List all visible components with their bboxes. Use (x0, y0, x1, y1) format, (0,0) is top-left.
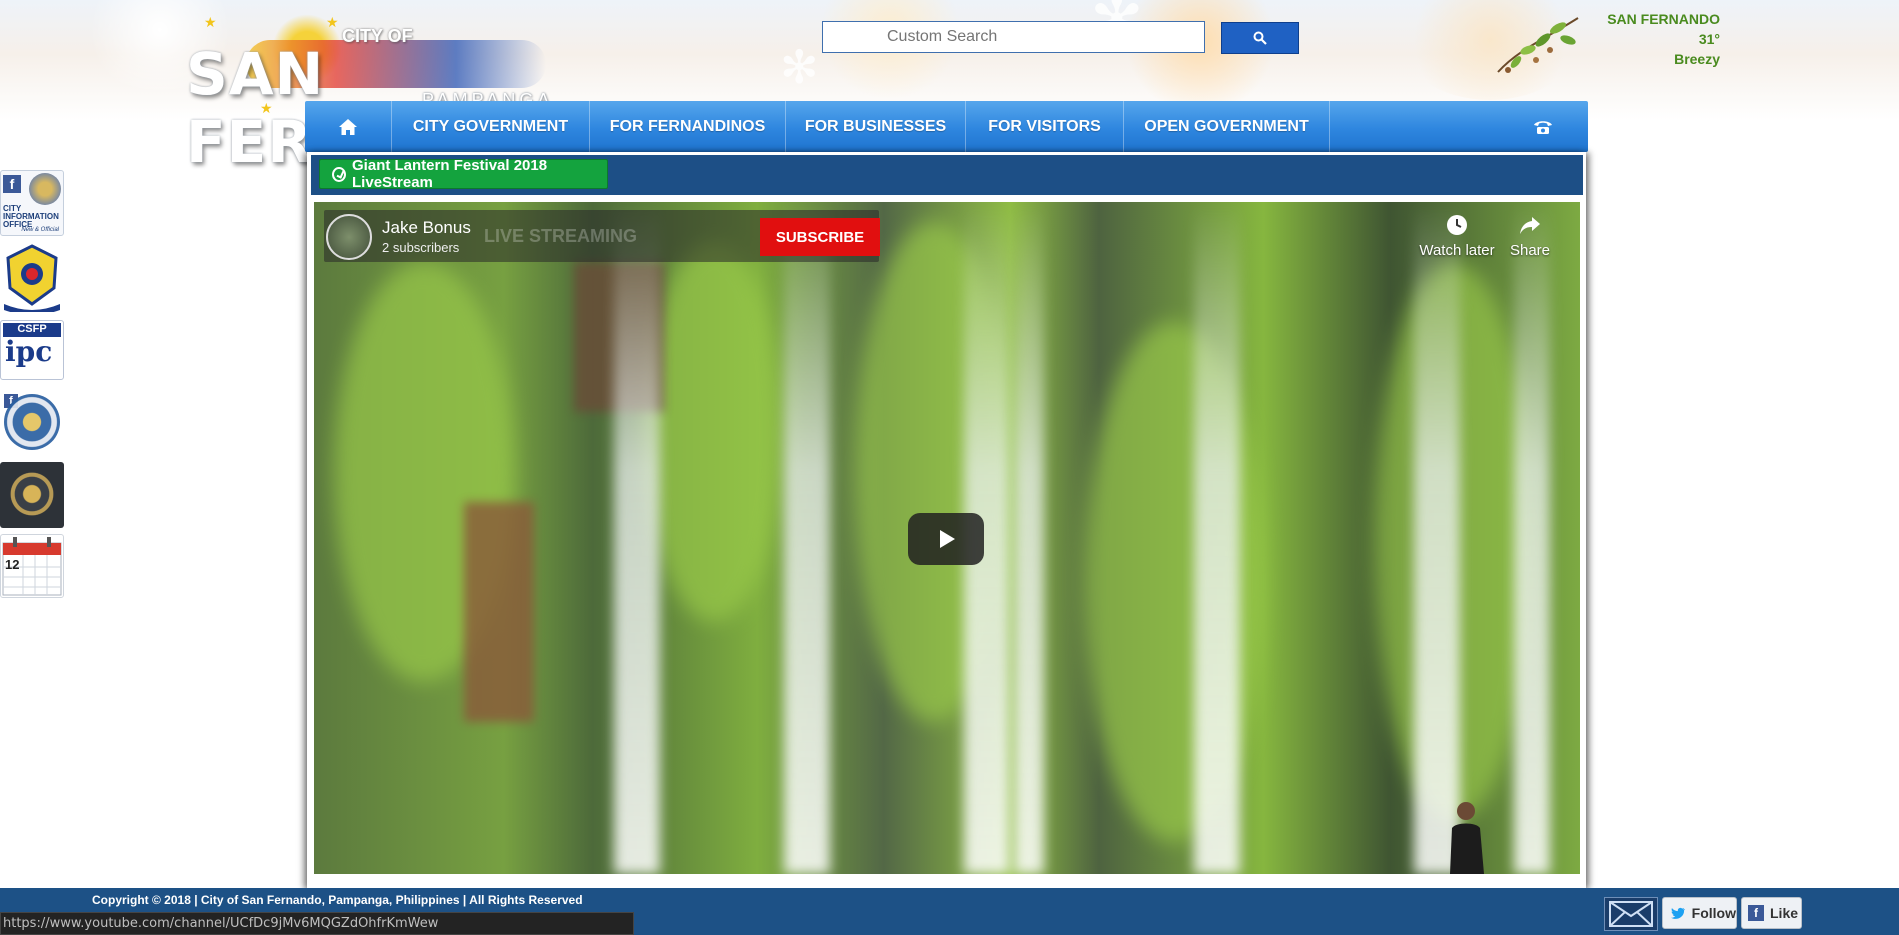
video-faded-title: LIVE STREAMING (484, 226, 638, 246)
waterfall-stream (614, 202, 660, 874)
facebook-like-label: Like (1770, 905, 1799, 921)
email-button[interactable] (1604, 897, 1658, 931)
person-figure (1450, 802, 1484, 874)
nav-home[interactable] (305, 101, 392, 152)
youtube-video-embed[interactable]: LIVE STREAMING Jake Bonus 2 subscribers … (314, 202, 1580, 874)
cio-tag: New & Official (21, 227, 59, 233)
weather-temperature: 31° (1698, 31, 1720, 47)
browser-status-url: https://www.youtube.com/channel/UCfDc9jM… (0, 912, 634, 935)
nav-contact[interactable] (1498, 101, 1588, 152)
city-seal-facebook-link[interactable]: f (0, 388, 64, 452)
envelope-icon (1609, 901, 1653, 927)
waterfall-stream (1414, 202, 1460, 874)
nav-open-government[interactable]: OPEN GOVERNMENT (1124, 101, 1330, 152)
waterfall-stream (1514, 202, 1550, 874)
ipc-label: ipc (5, 335, 53, 368)
watch-later-button[interactable]: Watch later (1412, 214, 1502, 259)
share-button[interactable]: Share (1500, 214, 1560, 259)
home-icon (339, 118, 357, 135)
weather-leaves-icon (1497, 17, 1579, 73)
snowflake-icon: ✻ (780, 41, 819, 93)
nav-city-government[interactable]: CITY GOVERNMENT (392, 101, 590, 152)
clock-icon (1447, 215, 1467, 235)
twitter-bird-icon (1671, 907, 1685, 919)
main-nav: CITY GOVERNMENT FOR FERNANDINOS FOR BUSI… (305, 101, 1588, 152)
waterfall-stream (1194, 202, 1240, 874)
share-arrow-icon (1520, 217, 1540, 234)
foliage (644, 242, 784, 622)
nav-for-fernandinos[interactable]: FOR FERNANDINOS (590, 101, 786, 152)
bokeh-light (1120, 0, 1280, 110)
site-logo[interactable]: ★ ★ ★ CITY OF SAN FERNANDO PAMPANGA, PHI… (186, 14, 706, 176)
share-label: Share (1509, 242, 1551, 259)
calendar-day: 12 (5, 557, 20, 572)
twitter-follow-button[interactable]: Follow (1662, 897, 1737, 929)
play-button[interactable] (908, 513, 984, 565)
cio-label: CITY INFORMATION OFFICE (3, 204, 59, 229)
channel-name[interactable]: Jake Bonus (382, 218, 471, 238)
clock-check-icon (332, 166, 347, 182)
page: ✻ ✻ ★ ★ ★ CITY OF SAN FERNANDO PAMPANGA,… (0, 0, 1899, 935)
seal-dark-link[interactable] (0, 462, 64, 528)
play-icon (940, 530, 955, 548)
police-badge-link[interactable] (0, 244, 64, 312)
channel-avatar[interactable] (326, 214, 372, 260)
nav-for-visitors[interactable]: FOR VISITORS (966, 101, 1124, 152)
weather-location: SAN FERNANDO (1607, 11, 1720, 27)
weather-condition: Breezy (1674, 51, 1720, 67)
twitter-follow-label: Follow (1691, 905, 1736, 921)
calendar-link[interactable]: 12 (0, 534, 64, 598)
livestream-button-label: Giant Lantern Festival 2018 LiveStream (352, 157, 548, 191)
csfp-ipc-link[interactable]: CSFP ipc (0, 320, 64, 380)
rock-face (464, 502, 534, 722)
waterfall-stream (784, 202, 830, 874)
nav-for-businesses[interactable]: FOR BUSINESSES (786, 101, 966, 152)
livestream-button[interactable]: Giant Lantern Festival 2018 LiveStream (319, 157, 608, 191)
weather-widget: SAN FERNANDO 31° Breezy (1607, 9, 1720, 69)
subscribe-button[interactable]: SUBSCRIBE (760, 218, 880, 256)
city-seal-icon (29, 173, 61, 205)
waterfall-stream (1014, 202, 1044, 874)
search-input[interactable] (822, 21, 1205, 53)
facebook-icon: f (3, 175, 21, 193)
police-badge-icon (4, 244, 60, 312)
city-information-office-link[interactable]: f CITY INFORMATION OFFICE New & Official (0, 170, 64, 236)
star-icon: ★ (326, 14, 339, 30)
facebook-like-button[interactable]: f Like (1741, 897, 1802, 929)
copyright-text: Copyright © 2018 | City of San Fernando,… (92, 893, 583, 907)
star-icon: ★ (204, 14, 217, 30)
city-seal-icon (4, 394, 60, 450)
watch-later-label: Watch later (1419, 242, 1495, 259)
official-seal-icon (8, 470, 56, 518)
search-button[interactable] (1221, 22, 1299, 54)
phone-icon (1534, 120, 1552, 134)
facebook-icon: f (1748, 905, 1764, 921)
search-icon (1253, 31, 1267, 45)
channel-subscribers: 2 subscribers (382, 240, 460, 255)
